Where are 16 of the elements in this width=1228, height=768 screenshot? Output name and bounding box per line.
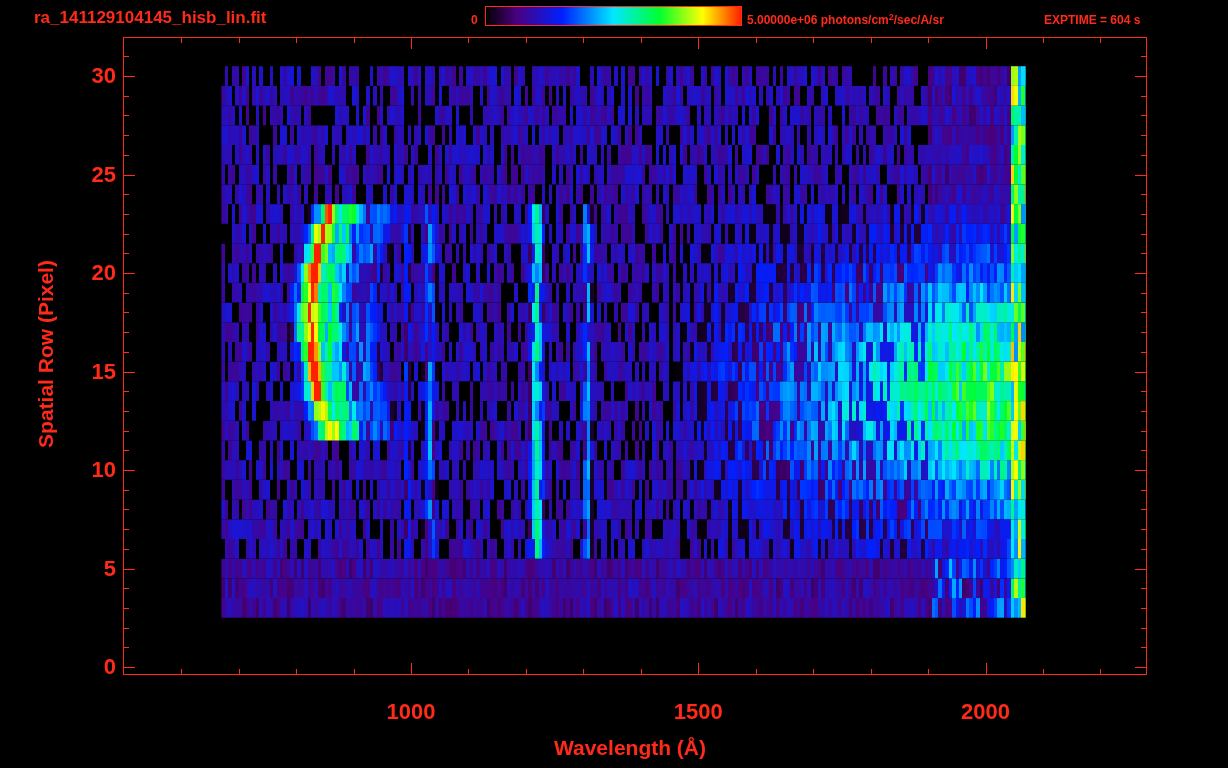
x-axis-title: Wavelength (Å): [552, 736, 708, 760]
file-title: ra_141129104145_hisb_lin.fit: [34, 8, 267, 28]
y-tick-label: 25: [90, 162, 116, 187]
y-tick-label: 30: [90, 64, 116, 88]
y-tick-label: 15: [90, 359, 116, 384]
x-tick-label: 2000: [960, 700, 1011, 724]
colorbar-min-label: 0: [471, 12, 478, 28]
y-tick-label: 20: [90, 261, 116, 285]
y-tick-label: 5: [102, 556, 116, 581]
colorbar-max-label: 5.00000e+06 photons/cm$^{2}$/sec/A/sr: [747, 12, 944, 28]
y-tick-label: 0: [102, 655, 116, 679]
y-tick-label: 10: [90, 458, 116, 482]
y-axis-title: Spatial Row (Pixel): [34, 259, 58, 450]
x-tick-label: 1000: [385, 700, 437, 724]
x-tick-label: 1500: [672, 700, 724, 724]
exposure-time: EXPTIME = 604 s: [1044, 12, 1141, 28]
